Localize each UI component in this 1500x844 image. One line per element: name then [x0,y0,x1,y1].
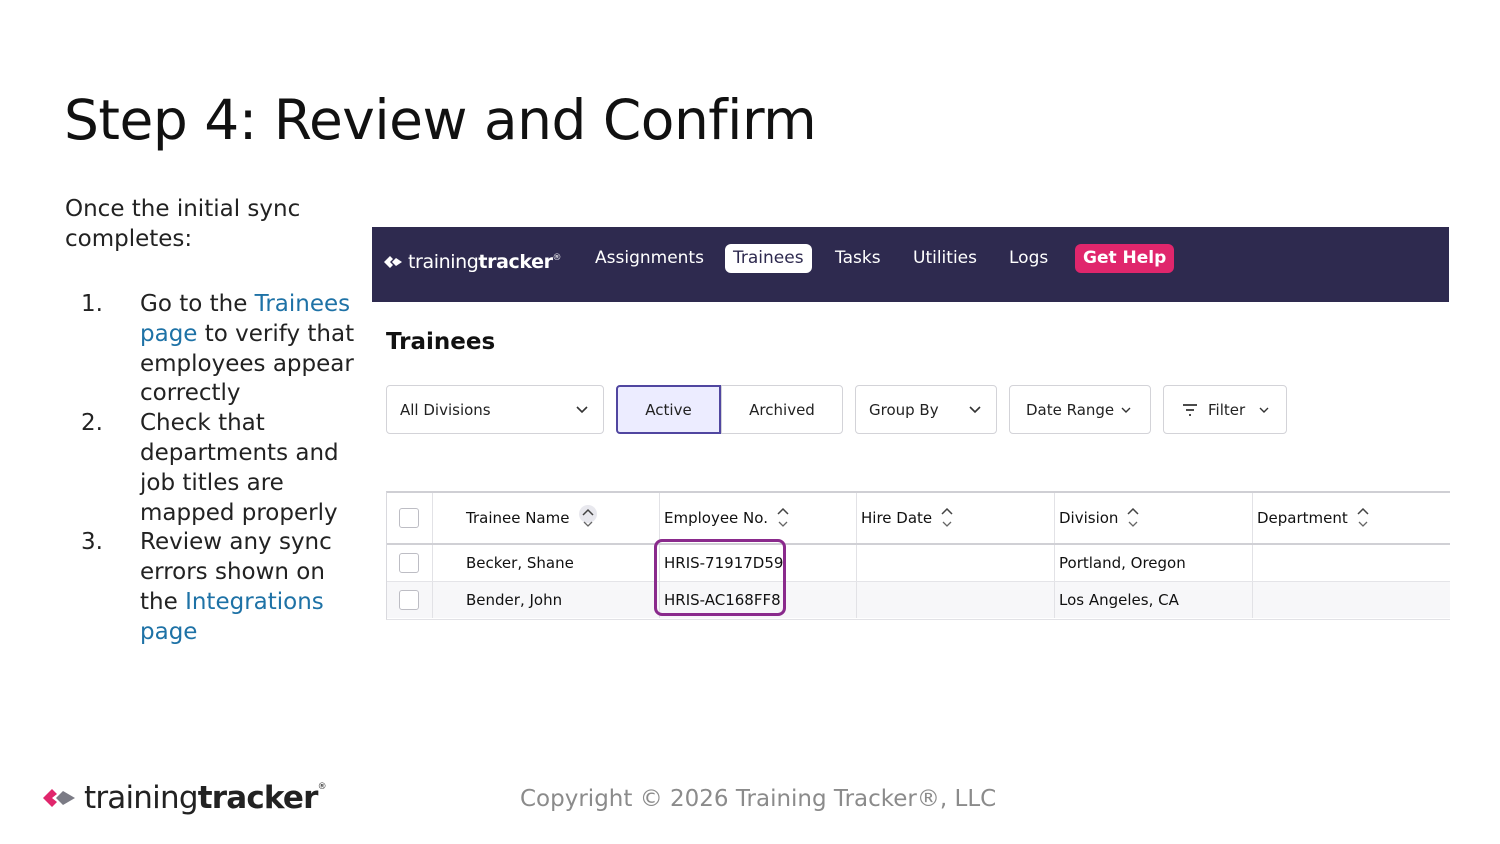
filter-label: Filter [1208,400,1246,419]
nav-utilities[interactable]: Utilities [905,244,985,273]
brand-logo-icon [384,256,402,268]
division-cell: Los Angeles, CA [1054,582,1252,618]
chevron-down-icon [576,406,588,414]
date-range-label: Date Range [1026,400,1115,419]
status-archived-toggle[interactable]: Archived [721,385,843,434]
status-active-toggle[interactable]: Active [616,385,721,434]
step-item: 1. Go to the Trainees page to verify that… [65,290,365,409]
group-by-label: Group By [869,400,939,419]
hire-date-cell [856,545,1054,581]
top-navbar: trainingtracker® Assignments Trainees Ta… [372,227,1449,302]
trainee-name-cell[interactable]: Becker, Shane [432,545,659,581]
column-label: Employee No. [664,509,768,527]
chevron-down-icon [969,406,981,414]
brand-logo-icon [43,789,75,807]
date-range-select[interactable]: Date Range [1009,385,1151,434]
column-header-department[interactable]: Department [1252,493,1450,543]
hire-date-cell [856,582,1054,618]
sort-icon[interactable] [1126,505,1140,531]
logo-light: training [408,251,479,273]
column-header-employee-no[interactable]: Employee No. [659,493,856,543]
chevron-down-icon [1259,407,1269,413]
step-item: 3. Review any sync errors shown on the In… [65,528,365,647]
sort-icon[interactable] [776,505,790,531]
footer-logo: trainingtracker® [42,778,327,818]
group-by-select[interactable]: Group By [855,385,997,434]
select-all-checkbox[interactable] [399,508,419,528]
logo-reg: ® [552,253,562,263]
step-text: Go to the [140,291,255,317]
get-help-button[interactable]: Get Help [1075,244,1175,273]
step-number: 1. [81,291,103,317]
sort-icon[interactable] [940,505,954,531]
select-all-cell [387,493,432,543]
steps-list: 1. Go to the Trainees page to verify that… [65,290,365,648]
table-row[interactable]: Bender, John HRIS-AC168FF8 Los Angeles, … [387,582,1450,618]
column-label: Division [1059,509,1119,527]
nav-tasks[interactable]: Tasks [827,244,889,273]
row-checkbox[interactable] [399,590,419,610]
step-text: Check that departments and job titles ar… [140,410,339,526]
filter-button[interactable]: Filter [1163,385,1287,434]
column-label: Department [1257,509,1348,527]
division-select[interactable]: All Divisions [386,385,604,434]
employee-no-cell: HRIS-71917D59 [659,545,856,581]
department-cell [1252,545,1450,581]
step-item: 2. Check that departments and job titles … [65,409,365,528]
table-header: Trainee Name Employee No. Hire Date Divi… [387,493,1450,545]
nav-assignments[interactable]: Assignments [587,244,712,273]
row-select-cell [387,545,432,581]
logo-reg: ® [317,782,327,792]
step-number: 3. [81,529,103,556]
intro-text: Once the initial sync completes: [65,196,301,252]
trainees-table: Trainee Name Employee No. Hire Date Divi… [386,491,1450,620]
trainee-name-cell[interactable]: Bender, John [432,582,659,618]
status-active-label: Active [645,400,692,419]
table-row[interactable]: Becker, Shane HRIS-71917D59 Portland, Or… [387,545,1450,582]
column-label: Hire Date [861,509,933,527]
chevron-down-icon [1121,407,1131,413]
status-archived-label: Archived [749,400,815,419]
column-header-division[interactable]: Division [1054,493,1252,543]
logo-light: training [84,780,199,816]
column-label: Trainee Name [466,509,570,527]
step-number: 2. [81,410,103,437]
division-select-value: All Divisions [400,400,491,419]
department-cell [1252,582,1450,618]
row-select-cell [387,582,432,618]
logo-wordmark: trainingtracker® [84,780,327,816]
copyright-text: Copyright © 2026 Training Tracker®, LLC [520,786,997,812]
nav-logs[interactable]: Logs [1001,244,1056,273]
column-header-trainee-name[interactable]: Trainee Name [432,493,659,543]
sort-icon[interactable] [1356,505,1370,531]
page-title: Trainees [386,329,496,355]
nav-logo[interactable]: trainingtracker® [382,247,562,277]
employee-no-cell: HRIS-AC168FF8 [659,582,856,618]
app-screenshot: trainingtracker® Assignments Trainees Ta… [372,227,1450,627]
division-cell: Portland, Oregon [1054,545,1252,581]
logo-bold: tracker [478,251,553,273]
nav-trainees[interactable]: Trainees [725,244,812,273]
row-checkbox[interactable] [399,553,419,573]
filter-icon [1183,403,1197,416]
sort-icon[interactable] [577,505,599,531]
logo-bold: tracker [197,780,319,816]
column-header-hire-date[interactable]: Hire Date [856,493,1054,543]
slide-title: Step 4: Review and Confirm [64,88,817,152]
logo-wordmark: trainingtracker® [408,251,562,273]
